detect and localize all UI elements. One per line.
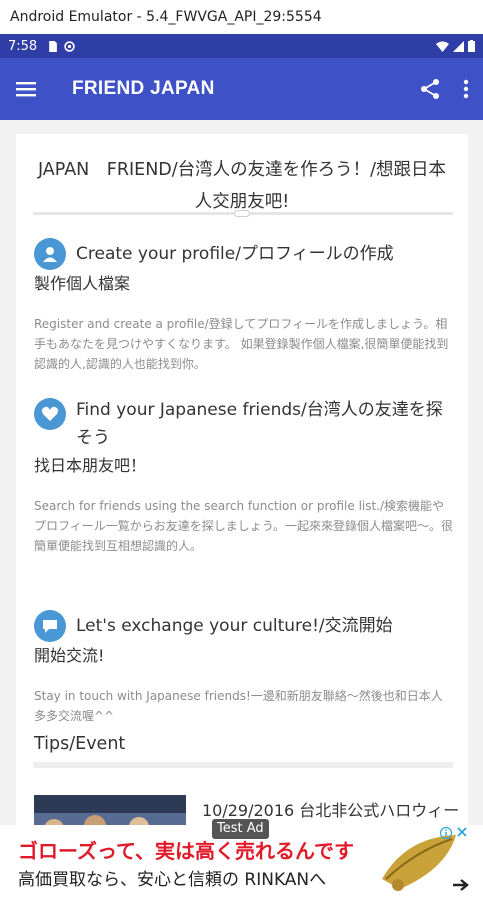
ad-close-icon[interactable]	[456, 826, 468, 838]
feature-subtitle-find-friends: 找日本朋友吧！	[34, 456, 147, 475]
tips-divider	[33, 762, 453, 768]
divider-ornament	[234, 210, 250, 217]
wifi-icon	[436, 41, 449, 52]
app-title: FRIEND JAPAN	[72, 78, 215, 99]
content-area[interactable]: JAPAN FRIEND/台湾人の友達を作ろう！/想跟日本人交朋友吧! Crea…	[0, 120, 483, 825]
ad-arrow-icon[interactable]	[452, 877, 470, 893]
ad-subline: 高価買取なら、安心と信頼の RINKANへ	[18, 870, 327, 890]
status-right-icons	[436, 40, 475, 52]
ad-banner[interactable]: Test Ad ゴローズって、実は高く売れるんです 高価買取なら、安心と信頼の …	[0, 819, 483, 900]
user-icon	[34, 238, 66, 270]
more-options-icon[interactable]	[463, 78, 469, 100]
feature-title-exchange: Let's exchange your culture!/交流開始	[76, 616, 393, 636]
intro-card: JAPAN FRIEND/台湾人の友達を作ろう！/想跟日本人交朋友吧! Crea…	[16, 134, 468, 825]
window-title: Android Emulator - 5.4_FWVGA_API_29:5554	[0, 0, 483, 34]
battery-icon	[468, 40, 475, 52]
feature-subtitle-profile: 製作個人檔案	[34, 274, 131, 293]
app-bar: FRIEND JAPAN	[0, 58, 483, 120]
news-thumbnail[interactable]	[34, 795, 186, 825]
feature-title-find-friends: Find your Japanese friends/台湾人の友達を探そう	[76, 400, 443, 448]
feature-description-profile: Register and create a profile/登録してプロフィール…	[34, 317, 449, 371]
page-title: JAPAN FRIEND/台湾人の友達を作ろう！/想跟日本人交朋友吧!	[37, 160, 447, 212]
news-item-title[interactable]: 10/29/2016 台北非公式ハロウィー	[202, 797, 462, 821]
share-icon[interactable]	[419, 78, 441, 100]
status-bar: 7:58	[0, 34, 483, 58]
hamburger-menu-icon[interactable]	[14, 77, 38, 101]
feature-description-exchange: Stay in touch with Japanese friends!一邊和新…	[34, 689, 443, 723]
feature-title-profile: Create your profile/プロフィールの作成	[76, 244, 394, 264]
heart-icon	[34, 398, 66, 430]
feature-description-find-friends: Search for friends using the search func…	[34, 499, 454, 553]
feature-subtitle-exchange: 開始交流!	[34, 646, 105, 665]
sim-card-icon	[49, 40, 58, 52]
ad-headline: ゴローズって、実は高く売れるんです	[18, 839, 354, 863]
chat-icon	[34, 610, 66, 642]
sync-icon	[64, 40, 75, 52]
status-time: 7:58	[8, 38, 38, 54]
ad-info-icon[interactable]	[440, 827, 452, 839]
signal-icon	[453, 40, 464, 52]
tips-heading: Tips/Event	[34, 734, 126, 754]
